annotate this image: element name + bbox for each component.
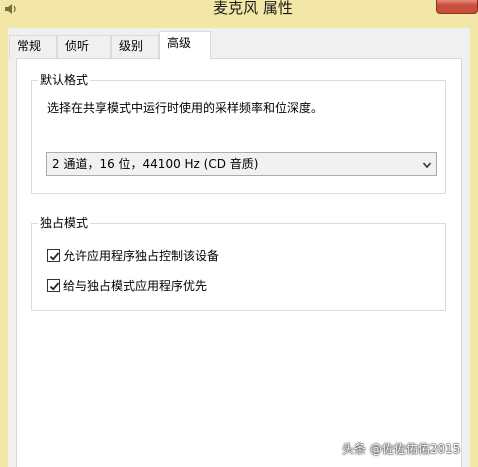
select-value: 2 通道，16 位，44100 Hz (CD 音质) [52, 157, 259, 171]
watermark: 头条 @佐佐佑佑2015 [342, 442, 461, 456]
tab-label: 常规 [17, 39, 42, 53]
sample-format-select[interactable]: 2 通道，16 位，44100 Hz (CD 音质) [46, 152, 437, 176]
exclusive-priority-label: 给与独占模式应用程序优先 [63, 279, 208, 293]
default-format-description: 选择在共享模式中运行时使用的采样频率和位深度。 [47, 101, 324, 115]
default-format-legend: 默认格式 [38, 73, 91, 87]
chevron-down-icon [422, 159, 432, 169]
tab-listen[interactable]: 侦听 [57, 35, 111, 59]
title-bar[interactable]: 麦克风 属性 [0, 0, 478, 28]
allow-exclusive-label: 允许应用程序独占控制该设备 [63, 249, 220, 263]
allow-exclusive-checkbox[interactable] [47, 249, 60, 262]
window-title: 麦克风 属性 [213, 0, 293, 17]
tab-general[interactable]: 常规 [9, 35, 57, 59]
exclusive-mode-legend: 独占模式 [38, 216, 91, 230]
check-icon [49, 282, 60, 291]
exclusive-mode-group [31, 223, 446, 311]
tab-advanced[interactable]: 高级 [159, 31, 211, 60]
tab-levels[interactable]: 级别 [111, 35, 159, 59]
tab-label: 高级 [167, 36, 192, 50]
dialog-window: 麦克风 属性 常规 侦听 级别 高级 默认格式 选择在共享模式中运行时使用的采样… [0, 0, 478, 467]
tab-label: 侦听 [65, 39, 90, 53]
check-icon [49, 252, 60, 261]
default-format-group [31, 80, 446, 194]
close-button[interactable] [436, 0, 478, 14]
exclusive-priority-checkbox[interactable] [47, 279, 60, 292]
tab-label: 级别 [119, 39, 144, 53]
